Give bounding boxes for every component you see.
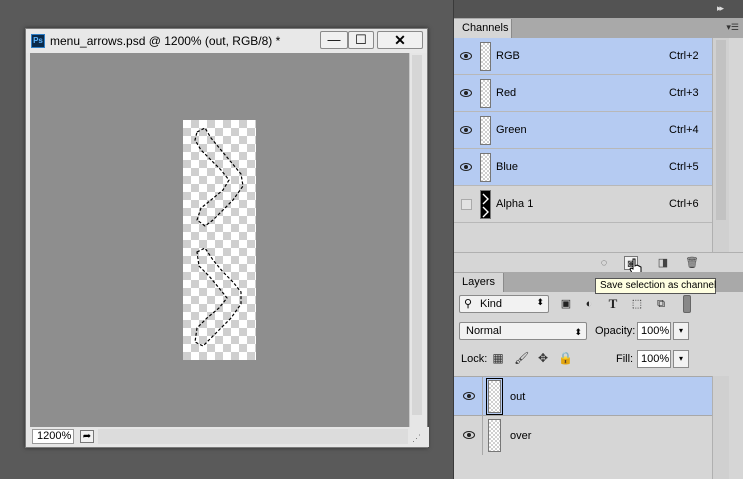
channel-shortcut: Ctrl+6 [669, 198, 699, 210]
close-button[interactable]: ✕ [377, 31, 423, 49]
channel-name: Alpha 1 [496, 198, 534, 210]
maximize-button[interactable]: ☐ [348, 31, 374, 49]
visibility-toggle-empty[interactable] [461, 199, 472, 210]
smart-object-filter-icon[interactable]: ⧉ [654, 297, 668, 311]
channel-shortcut: Ctrl+5 [669, 161, 699, 173]
marching-ants-selection [194, 127, 244, 347]
channel-row-red[interactable]: Red Ctrl+3 [454, 75, 712, 112]
new-channel-icon[interactable]: ◨ [656, 256, 670, 270]
visibility-eye-icon[interactable] [460, 162, 472, 172]
pixel-layer-filter-icon[interactable]: ▣ [559, 297, 573, 311]
panel-dock-header: ▸▸ [454, 0, 743, 18]
layer-name: over [510, 430, 532, 442]
updown-arrow-icon: ⬍ [574, 327, 582, 337]
trash-icon[interactable]: 🗑 [685, 256, 699, 270]
document-window: Ps menu_arrows.psd @ 1200% (out, RGB/8) … [25, 28, 429, 448]
visibility-eye-icon[interactable] [460, 88, 472, 98]
channel-thumbnail [480, 190, 491, 219]
vertical-scrollbar[interactable] [409, 53, 423, 427]
filter-toggle-switch[interactable] [683, 295, 691, 313]
layer-name: out [510, 391, 526, 403]
lock-position-move-icon[interactable]: ✥ [536, 351, 550, 365]
layer-row-out[interactable]: out [454, 376, 712, 416]
type-layer-filter-icon[interactable]: T [606, 297, 620, 311]
status-bar: 1200% ➦ [26, 427, 429, 447]
channel-thumbnail [480, 153, 491, 182]
channel-shortcut: Ctrl+4 [669, 124, 699, 136]
zoom-field[interactable]: 1200% [32, 429, 74, 444]
layer-filter-value: Kind [480, 298, 503, 310]
canvas-image[interactable] [183, 120, 256, 360]
channel-thumbnail [480, 79, 491, 108]
minimize-button[interactable]: — [320, 31, 348, 49]
channel-name: Blue [496, 161, 519, 173]
channels-tabstrip: Channels ▾☰ [454, 18, 743, 38]
alpha-arrows-icon [482, 193, 489, 218]
layer-filter-select[interactable]: ⚲ Kind ⬍ [459, 295, 549, 313]
lock-label: Lock: [461, 353, 488, 365]
blend-mode-select[interactable]: Normal ⬍ [459, 322, 587, 340]
channel-row-alpha-1[interactable]: Alpha 1 Ctrl+6 [454, 186, 712, 223]
channel-name: RGB [496, 50, 520, 62]
document-titlebar[interactable]: Ps menu_arrows.psd @ 1200% (out, RGB/8) … [26, 29, 427, 53]
canvas-area[interactable] [30, 53, 409, 427]
layer-thumbnail [488, 419, 501, 452]
tooltip: Save selection as channel [595, 278, 716, 294]
channel-name: Red [496, 87, 517, 99]
layers-list: out over [454, 376, 712, 455]
channel-thumbnail [480, 116, 491, 145]
search-icon: ⚲ [464, 298, 473, 310]
export-arrow-icon[interactable]: ➦ [80, 430, 94, 443]
photoshop-logo-icon: Ps [31, 34, 45, 48]
opacity-label: Opacity: [595, 325, 636, 337]
fill-field[interactable]: 100% [637, 350, 671, 368]
layer-thumbnail [486, 378, 503, 415]
collapse-panels-icon[interactable]: ▸▸ [717, 3, 724, 14]
opacity-field[interactable]: 100% [637, 322, 671, 340]
visibility-eye-icon[interactable] [463, 430, 475, 440]
opacity-dropdown-arrow[interactable]: ▾ [673, 322, 689, 340]
channel-row-green[interactable]: Green Ctrl+4 [454, 112, 712, 149]
tab-layers[interactable]: Layers [454, 273, 504, 292]
adjustment-layer-filter-icon[interactable]: ◐ [582, 297, 596, 311]
horizontal-scrollbar[interactable] [98, 429, 408, 444]
channel-row-blue[interactable]: Blue Ctrl+5 [454, 149, 712, 186]
document-title: menu_arrows.psd @ 1200% (out, RGB/8) * [50, 34, 281, 48]
load-channel-as-selection-icon[interactable]: ◌ [597, 256, 611, 270]
layers-scrollbar[interactable] [712, 376, 729, 479]
lock-image-pixels-brush-icon[interactable]: 🖌 [514, 351, 529, 365]
channel-row-rgb[interactable]: RGB Ctrl+2 [454, 38, 712, 75]
updown-arrow-icon: ⬍ [536, 297, 544, 307]
tab-channels[interactable]: Channels [454, 19, 512, 38]
shape-layer-filter-icon[interactable]: ⬚ [630, 297, 644, 311]
fill-dropdown-arrow[interactable]: ▾ [673, 350, 689, 368]
blend-mode-value: Normal [466, 325, 502, 337]
channels-footer: ◌ ◙ ◨ 🗑 [454, 252, 743, 272]
channel-shortcut: Ctrl+3 [669, 87, 699, 99]
channels-list: RGB Ctrl+2 Red Ctrl+3 Green Ctrl+4 Blue … [454, 38, 712, 223]
channel-name: Green [496, 124, 527, 136]
visibility-eye-icon[interactable] [463, 391, 475, 401]
fill-label: Fill: [616, 353, 634, 365]
visibility-eye-icon[interactable] [460, 125, 472, 135]
channel-shortcut: Ctrl+2 [669, 50, 699, 62]
layer-row-over[interactable]: over [454, 415, 712, 455]
channel-thumbnail [480, 42, 491, 71]
lock-all-padlock-icon[interactable]: 🔒 [558, 351, 573, 365]
panel-menu-icon[interactable]: ▾☰ [726, 22, 739, 33]
lock-transparent-pixels-icon[interactable]: ▦ [491, 351, 505, 365]
resize-grip-icon[interactable]: ⋰ [412, 433, 424, 445]
visibility-eye-icon[interactable] [460, 51, 472, 61]
channels-scrollbar[interactable] [712, 38, 729, 252]
layers-panel-body: ⚲ Kind ⬍ ▣ ◐ T ⬚ ⧉ Normal ⬍ Opacity: 100… [454, 292, 743, 479]
panel-dock: ▸▸ Channels ▾☰ RGB Ctrl+2 Red Ctrl+3 Gre… [453, 0, 743, 479]
